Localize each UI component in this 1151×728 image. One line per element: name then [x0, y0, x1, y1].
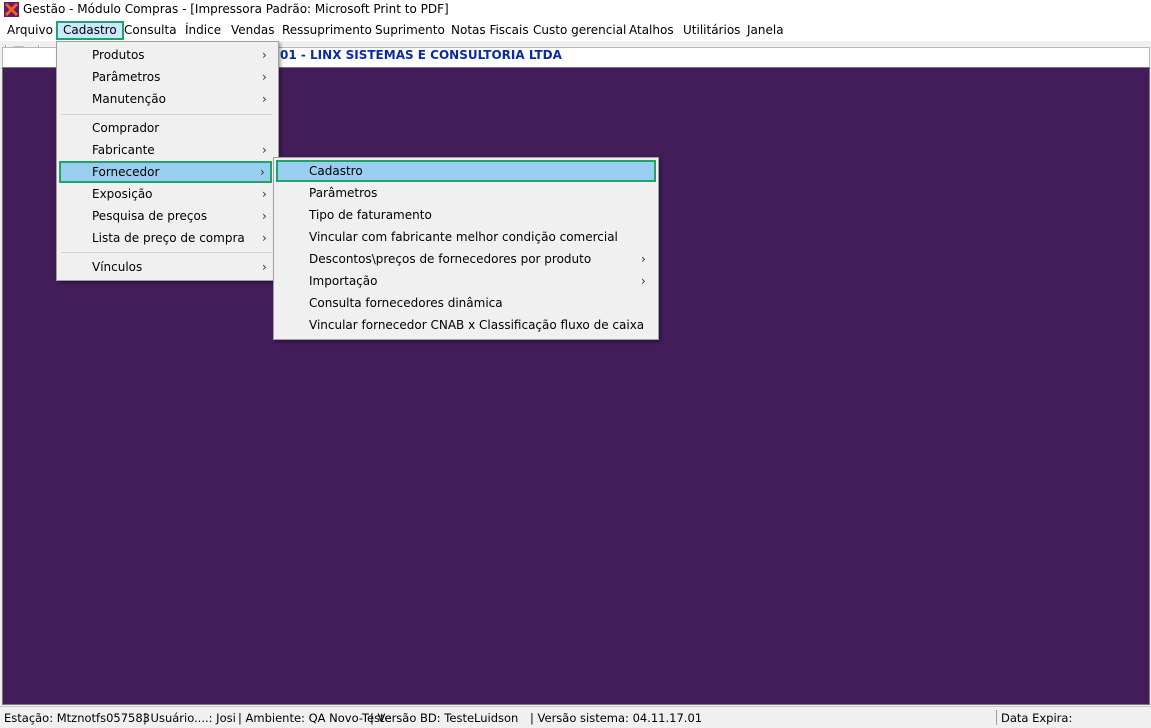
menu-item-label: Exposição — [92, 187, 153, 201]
menu-custo-gerencial[interactable]: Custo gerencial — [527, 22, 632, 39]
cadastro-item-pesquisa-precos[interactable]: Pesquisa de preços › — [59, 205, 276, 227]
menu-item-label: Cadastro — [309, 164, 363, 178]
menu-item-label: Parâmetros — [309, 186, 378, 200]
cadastro-item-vinculos[interactable]: Vínculos › — [59, 256, 276, 278]
cadastro-item-comprador[interactable]: Comprador — [59, 117, 276, 139]
menu-vendas[interactable]: Vendas — [225, 22, 281, 39]
status-versao-sistema: | Versão sistema: 04.11.17.01 — [530, 711, 703, 725]
menu-item-label: Vincular fornecedor CNAB x Classificação… — [309, 318, 645, 332]
cadastro-menu: Produtos › Parâmetros › Manutenção › Com… — [56, 41, 279, 281]
chevron-right-icon: › — [262, 231, 267, 245]
menu-separator — [61, 252, 272, 253]
chevron-right-icon: › — [641, 252, 646, 266]
fornecedor-item-descontos-precos[interactable]: Descontos\preços de fornecedores por pro… — [276, 248, 656, 270]
chevron-right-icon: › — [641, 274, 646, 288]
status-estacao: Estação: Mtznotfs057583 — [4, 711, 150, 725]
menu-indice[interactable]: Índice — [179, 22, 227, 39]
fornecedor-submenu: Cadastro Parâmetros Tipo de faturamento … — [273, 157, 659, 340]
status-divider — [996, 710, 997, 725]
menu-janela[interactable]: Janela — [741, 22, 790, 39]
company-name: 01 - LINX SISTEMAS E CONSULTORIA LTDA — [280, 48, 562, 62]
status-bar: Estação: Mtznotfs057583 | Usuário....: J… — [0, 706, 1151, 728]
menu-suprimento[interactable]: Suprimento — [369, 22, 451, 39]
cadastro-item-parametros[interactable]: Parâmetros › — [59, 66, 276, 88]
window-title: Gestão - Módulo Compras - [Impressora Pa… — [23, 2, 449, 16]
chevron-right-icon: › — [262, 187, 267, 201]
cadastro-item-fabricante[interactable]: Fabricante › — [59, 139, 276, 161]
cadastro-item-manutencao[interactable]: Manutenção › — [59, 88, 276, 110]
cadastro-item-lista-preco-compra[interactable]: Lista de preço de compra › — [59, 227, 276, 249]
menu-atalhos[interactable]: Atalhos — [623, 22, 680, 39]
menu-item-label: Fornecedor — [92, 165, 160, 179]
status-ambiente: | Ambiente: QA Novo-Teste — [238, 711, 392, 725]
chevron-right-icon: › — [262, 92, 267, 106]
cadastro-item-fornecedor[interactable]: Fornecedor › — [59, 161, 272, 183]
fornecedor-item-tipo-faturamento[interactable]: Tipo de faturamento — [276, 204, 656, 226]
cadastro-item-produtos[interactable]: Produtos › — [59, 44, 276, 66]
menu-consulta[interactable]: Consulta — [118, 22, 183, 39]
menu-item-label: Lista de preço de compra — [92, 231, 245, 245]
linx-app-icon — [4, 2, 19, 17]
menu-item-label: Tipo de faturamento — [309, 208, 432, 222]
fornecedor-item-vincular-cnab[interactable]: Vincular fornecedor CNAB x Classificação… — [276, 314, 656, 336]
title-bar: Gestão - Módulo Compras - [Impressora Pa… — [0, 0, 1151, 20]
menu-item-label: Consulta fornecedores dinâmica — [309, 296, 503, 310]
menu-utilitarios[interactable]: Utilitários — [677, 22, 746, 39]
menu-notas-fiscais[interactable]: Notas Fiscais — [445, 22, 535, 39]
fornecedor-item-importacao[interactable]: Importação › — [276, 270, 656, 292]
menu-arquivo[interactable]: Arquivo — [1, 22, 59, 39]
menu-item-label: Manutenção — [92, 92, 166, 106]
status-data-expira: Data Expira: — [1001, 711, 1073, 725]
chevron-right-icon: › — [262, 209, 267, 223]
chevron-right-icon: › — [262, 70, 267, 84]
menu-item-label: Vincular com fabricante melhor condição … — [309, 230, 618, 244]
cadastro-item-exposicao[interactable]: Exposição › — [59, 183, 276, 205]
fornecedor-item-cadastro[interactable]: Cadastro — [276, 160, 656, 182]
fornecedor-item-vincular-fabricante[interactable]: Vincular com fabricante melhor condição … — [276, 226, 656, 248]
fornecedor-item-consulta-dinamica[interactable]: Consulta fornecedores dinâmica — [276, 292, 656, 314]
chevron-right-icon: › — [262, 48, 267, 62]
menu-separator — [61, 114, 272, 115]
menu-ressuprimento[interactable]: Ressuprimento — [276, 22, 378, 39]
status-usuario: | Usuário....: Josi — [143, 711, 236, 725]
menu-item-label: Comprador — [92, 121, 160, 135]
chevron-right-icon: › — [262, 260, 267, 274]
menu-bar: Arquivo Cadastro Consulta Índice Vendas … — [0, 20, 1151, 41]
menu-item-label: Pesquisa de preços — [92, 209, 208, 223]
menu-item-label: Fabricante — [92, 143, 155, 157]
status-versao-bd: | Versão BD: TesteLuidson — [370, 711, 519, 725]
menu-item-label: Descontos\preços de fornecedores por pro… — [309, 252, 592, 266]
menu-cadastro[interactable]: Cadastro — [56, 21, 124, 40]
menu-item-label: Importação — [309, 274, 378, 288]
fornecedor-item-parametros[interactable]: Parâmetros — [276, 182, 656, 204]
menu-item-label: Vínculos — [92, 260, 143, 274]
menu-item-label: Produtos — [92, 48, 145, 62]
chevron-right-icon: › — [262, 143, 267, 157]
menu-item-label: Parâmetros — [92, 70, 161, 84]
chevron-right-icon: › — [260, 165, 265, 179]
